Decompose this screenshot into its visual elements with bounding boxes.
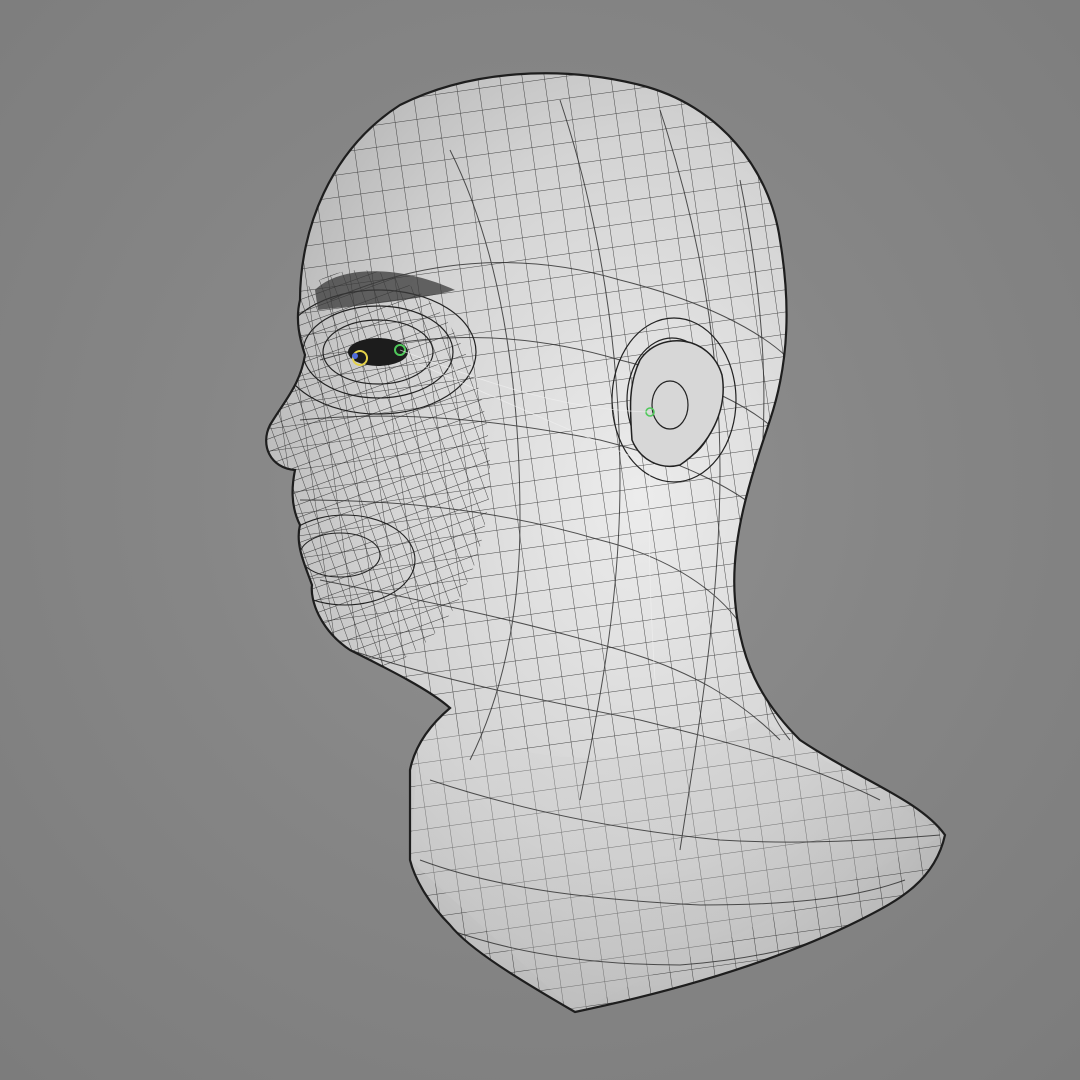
eye-mesh — [348, 338, 408, 366]
head-mesh-render — [265, 72, 947, 1014]
wireframe-lines — [266, 73, 945, 1013]
3d-viewport[interactable] — [0, 0, 1080, 1080]
